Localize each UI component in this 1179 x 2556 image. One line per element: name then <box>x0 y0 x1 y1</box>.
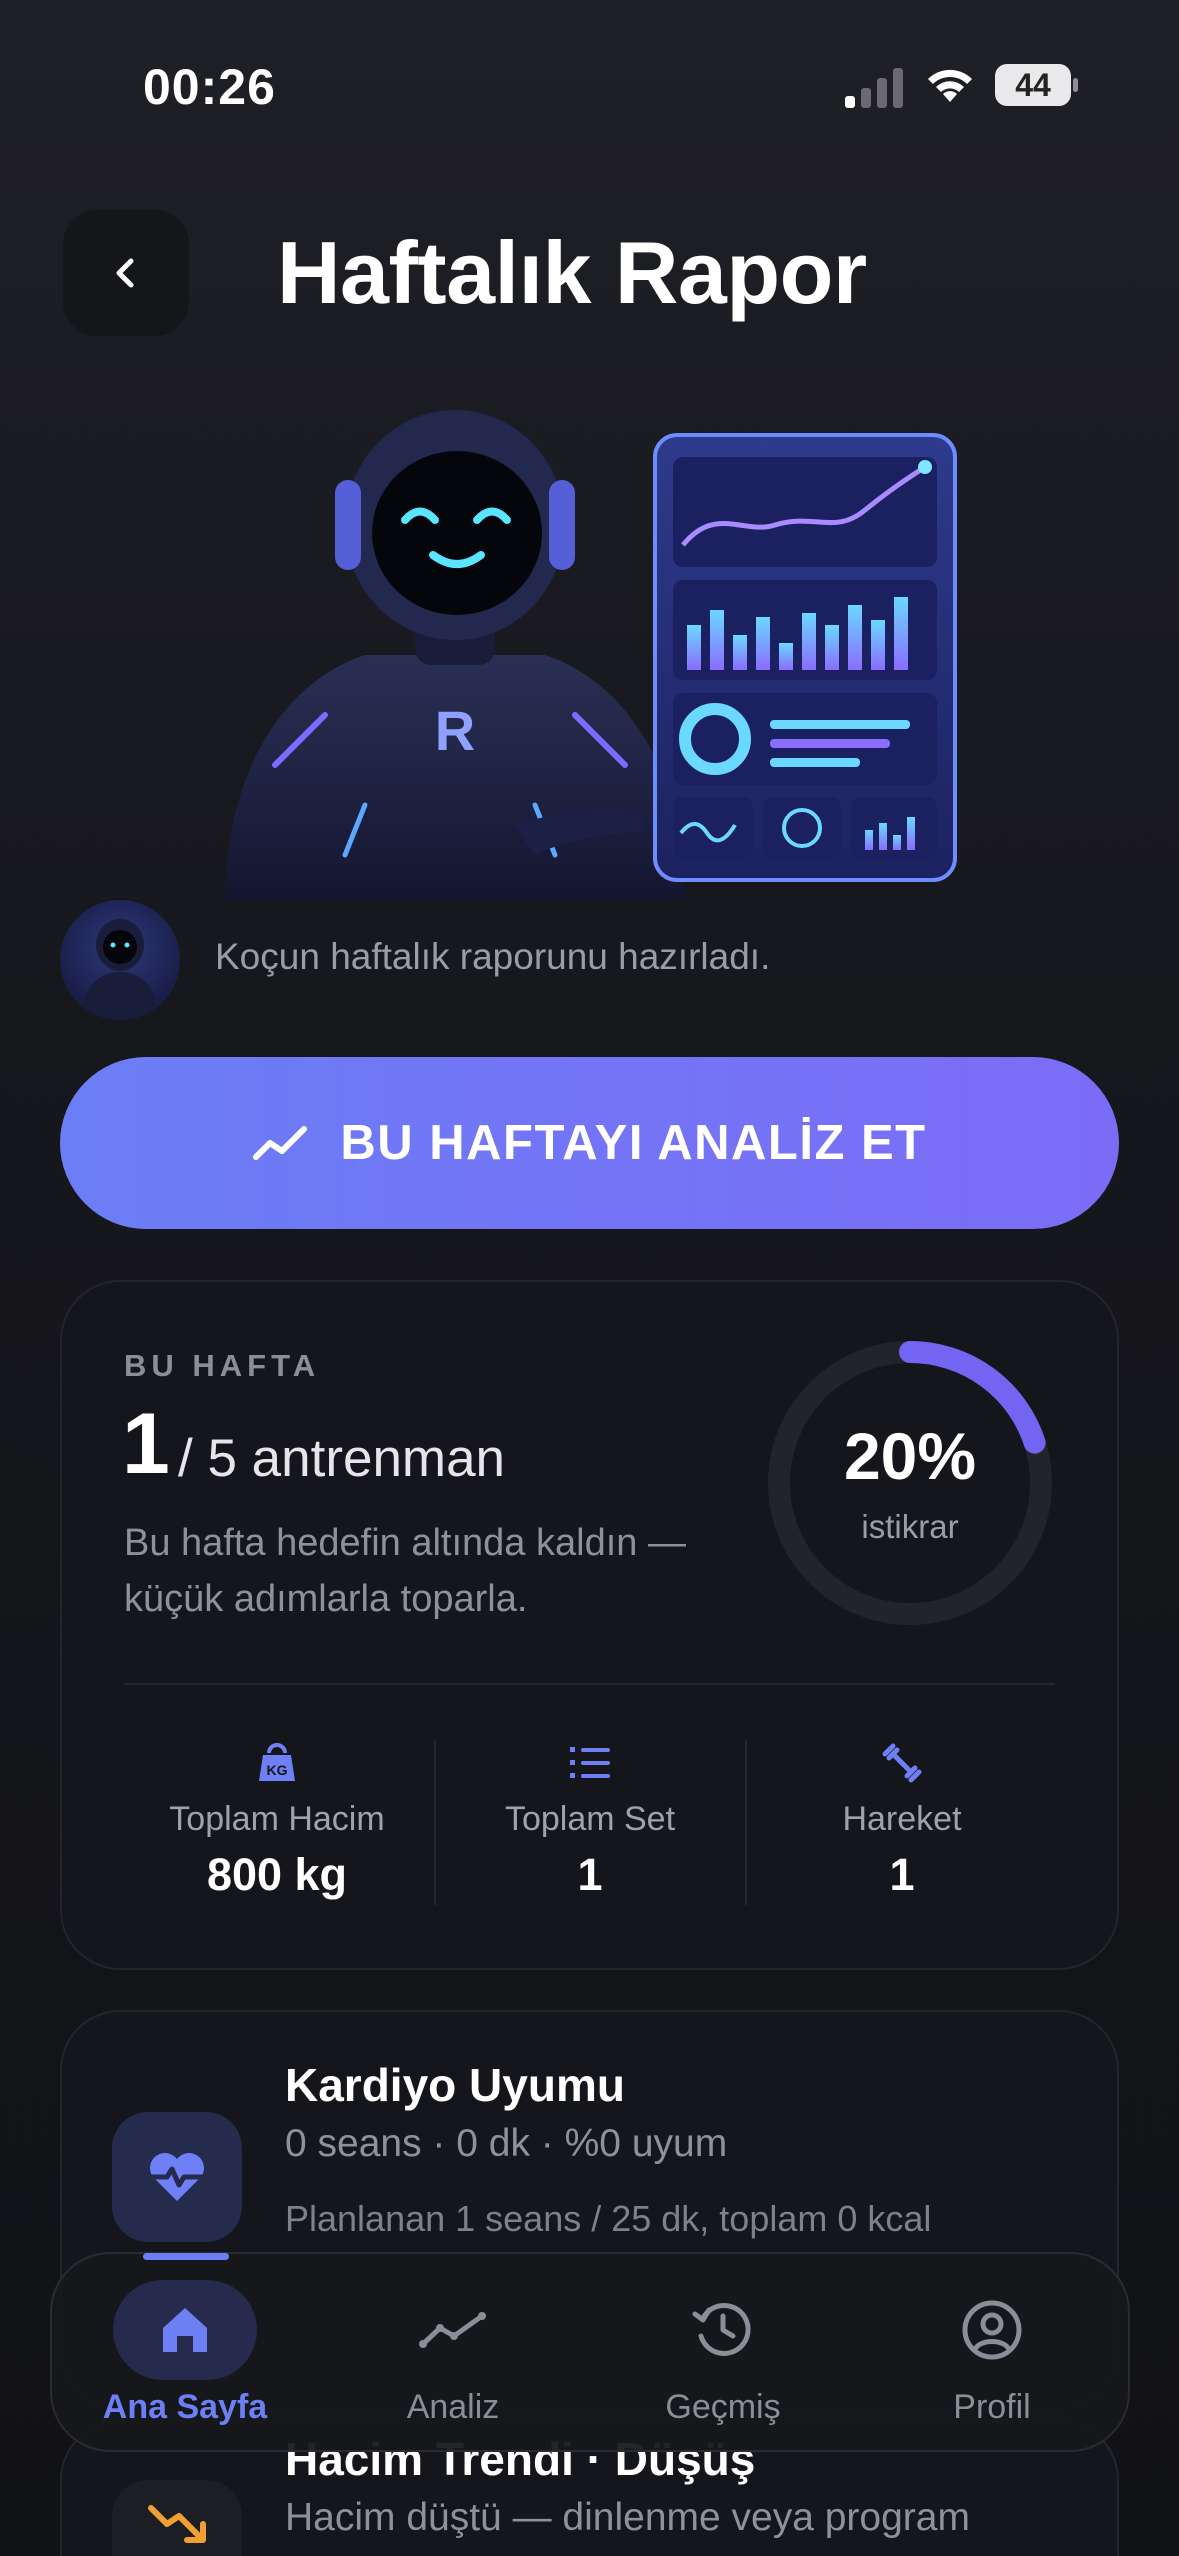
tab-profile[interactable]: Profil <box>872 2280 1112 2427</box>
status-time: 00:26 <box>143 59 276 115</box>
heart-rate-icon <box>112 2112 242 2242</box>
robot-badge-letter: R <box>435 699 475 762</box>
tab-active-indicator <box>143 2253 229 2260</box>
trend-subtitle: Hacim düştü — dinlenme veya program <box>285 2496 970 2539</box>
cellular-signal-icon <box>845 68 903 108</box>
battery-level: 44 <box>995 64 1071 106</box>
consistency-value: 20% <box>843 1419 977 1493</box>
stat-value: 1 <box>577 1849 603 1900</box>
cardio-plan: Planlanan 1 seans / 25 dk, toplam 0 kcal <box>285 2198 932 2239</box>
battery-icon: 44 <box>995 64 1079 106</box>
card-divider <box>124 1683 1055 1685</box>
stat-value: 800 kg <box>206 1849 348 1900</box>
analytics-icon <box>419 2312 486 2348</box>
stat-label: Toplam Hacim <box>169 1800 385 1838</box>
kg-weight-icon: KG <box>259 1743 295 1781</box>
dumbbell-icon <box>882 1743 922 1783</box>
trend-down-icon <box>112 2480 242 2556</box>
week-kicker: BU HAFTA <box>124 1348 321 1383</box>
coach-message: Koçun haftalık raporunu hazırladı. <box>215 936 771 977</box>
stat-value: 1 <box>889 1849 915 1900</box>
summary-note: Bu hafta hedefin altında kaldın — küçük … <box>124 1522 686 1620</box>
tab-label: Profil <box>953 2388 1031 2426</box>
workout-goal: / 5 antrenman <box>178 1429 506 1488</box>
tab-analysis[interactable]: Analiz <box>333 2280 573 2427</box>
stat-label: Toplam Set <box>504 1800 676 1838</box>
cardio-subtitle: 0 seans · 0 dk · %0 uyum <box>285 2122 728 2165</box>
tab-history[interactable]: Geçmiş <box>603 2280 843 2427</box>
analyze-week-label: BU HAFTAYI ANALİZ ET <box>340 1116 927 1170</box>
home-icon <box>163 2308 207 2352</box>
stat-total-volume: KG Toplam Hacim 800 kg <box>122 1738 432 1901</box>
page-title: Haftalık Rapor <box>277 223 867 322</box>
consistency-label: istikrar <box>861 1508 959 1545</box>
profile-icon <box>962 2300 1022 2360</box>
coach-avatar <box>60 900 180 1020</box>
stat-exercises: Hareket 1 <box>747 1738 1057 1901</box>
tab-home[interactable]: Ana Sayfa <box>65 2280 305 2427</box>
back-button[interactable] <box>63 210 189 336</box>
workout-count: 1 <box>122 1396 170 1492</box>
coach-robot-illustration: R <box>225 410 957 900</box>
stat-label: Hareket <box>842 1800 962 1838</box>
list-icon <box>570 1747 610 1778</box>
tab-label: Ana Sayfa <box>102 2388 268 2426</box>
analyze-week-button[interactable]: BU HAFTAYI ANALİZ ET <box>60 1057 1119 1229</box>
cardio-title: Kardiyo Uyumu <box>285 2059 625 2111</box>
tab-label: Geçmiş <box>665 2388 781 2426</box>
stat-total-sets: Toplam Set 1 <box>435 1738 745 1901</box>
history-icon <box>692 2303 751 2356</box>
trend-up-icon <box>253 1126 308 1160</box>
chevron-left-icon <box>116 258 134 288</box>
wifi-icon <box>928 69 972 102</box>
svg-text:KG: KG <box>267 1762 288 1778</box>
tab-label: Analiz <box>406 2388 500 2426</box>
